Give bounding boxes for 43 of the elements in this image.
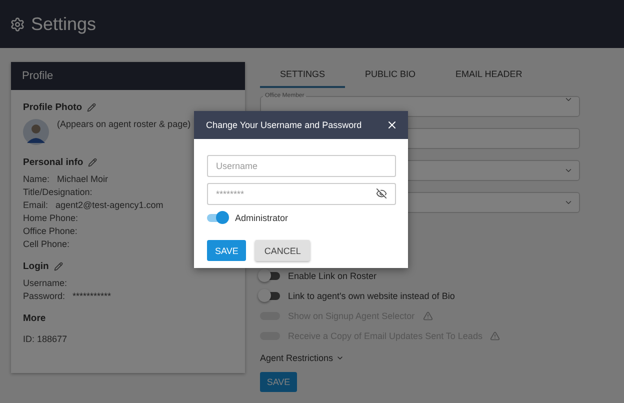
page-title: Settings	[31, 14, 96, 34]
close-icon[interactable]	[386, 119, 398, 131]
photo-note: (Appears on agent roster & page)	[57, 119, 191, 129]
tab[interactable]: PUBLIC BIO	[345, 62, 436, 88]
expander-link[interactable]: Agent Restrictions	[260, 353, 334, 363]
toggle-label: Link to agent's own website instead of Bio	[288, 291, 455, 301]
info-line: Title/Designation:	[23, 187, 92, 197]
cancel-button[interactable]: CANCEL	[255, 240, 310, 261]
username-field[interactable]: Username	[207, 155, 396, 177]
info-line: Home Phone:	[23, 213, 78, 223]
pencil-icon[interactable]	[87, 103, 96, 112]
pencil-icon[interactable]	[54, 262, 63, 271]
tab[interactable]: SETTINGS	[260, 62, 346, 88]
password-field[interactable]: ********	[207, 183, 396, 205]
dialog-title: Change Your Username and Password	[206, 120, 362, 130]
chevron-icon	[564, 166, 573, 175]
avatar	[23, 119, 49, 145]
section-heading: More	[23, 313, 46, 324]
save-button[interactable]: SAVE	[260, 372, 297, 392]
toggle-switch[interactable]	[260, 272, 280, 280]
info-line: Email: agent2@test-agency1.com	[23, 200, 164, 210]
eye-off-icon[interactable]	[376, 188, 387, 199]
id-text: ID: 188677	[23, 334, 68, 344]
toggle-label: Enable Link on Roster	[288, 271, 377, 281]
info-line: Name: Michael Moir	[23, 174, 108, 184]
chevron-icon	[564, 198, 573, 207]
settings-icon	[10, 16, 25, 32]
chevron-icon	[564, 95, 573, 104]
info-line: Password: ***********	[23, 291, 112, 301]
info-line: Office Phone:	[23, 226, 78, 236]
info-line: Username:	[23, 278, 68, 288]
toggle-switch[interactable]	[207, 214, 227, 222]
toggle-switch[interactable]	[260, 292, 280, 300]
tab[interactable]: EMAIL HEADER	[436, 62, 542, 88]
pencil-icon[interactable]	[88, 158, 98, 167]
save-button[interactable]: SAVE	[207, 240, 246, 261]
toggle-label: Administrator	[235, 213, 288, 223]
card-title: Profile	[11, 62, 245, 90]
info-line: Cell Phone:	[23, 239, 70, 249]
section-heading: Profile Photo	[23, 102, 82, 113]
section-heading: Personal info	[23, 157, 84, 168]
chevron-icon	[336, 354, 344, 362]
section-heading: Login	[23, 261, 49, 272]
